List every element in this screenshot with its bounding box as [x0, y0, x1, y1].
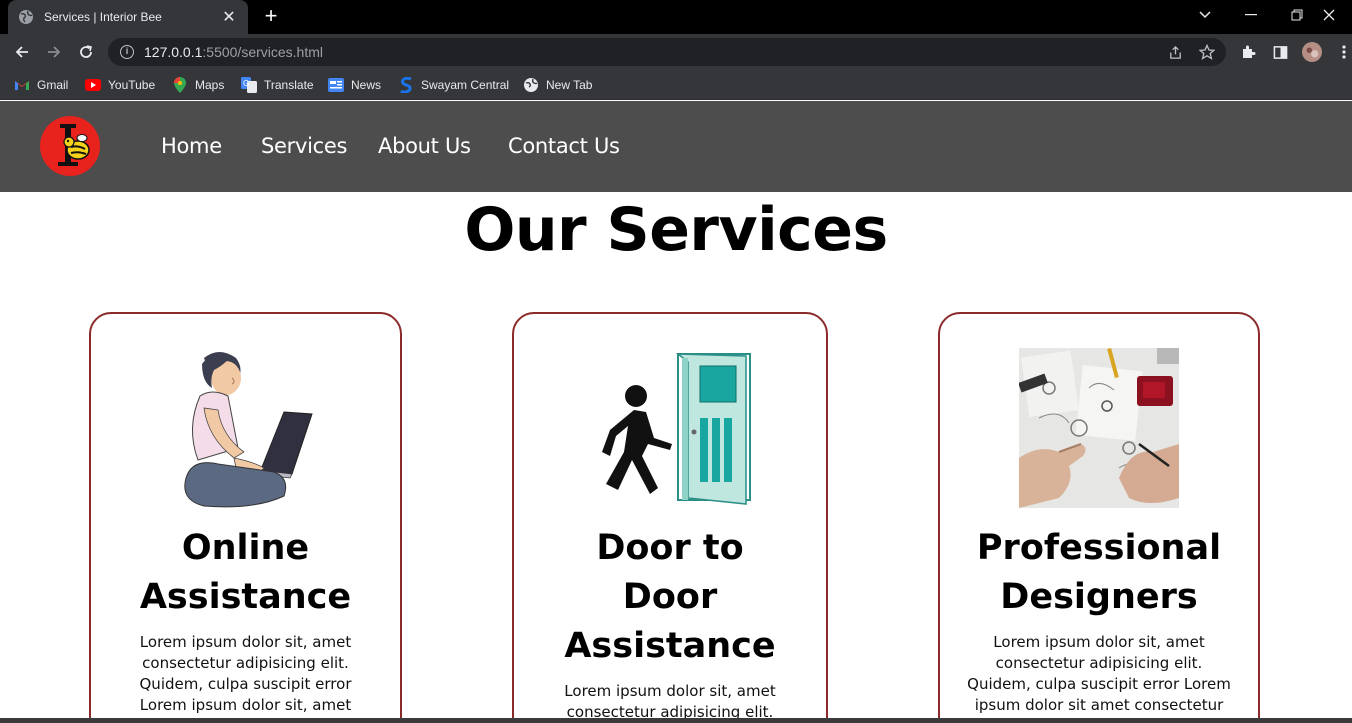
tab-search-icon[interactable]	[1182, 0, 1228, 30]
person-with-laptop-illustration	[184, 352, 313, 508]
service-card-door-to-door: Door to Door Assistance Lorem ipsum dolo…	[512, 312, 828, 723]
bookmark-new-tab[interactable]: New Tab	[523, 76, 592, 94]
site-info-icon[interactable]: i	[120, 45, 134, 59]
card-description: Lorem ipsum dolor sit, amet consectetur …	[139, 633, 352, 714]
card-title: Online Assistance	[139, 528, 352, 617]
bookmark-translate[interactable]: G Translate	[241, 76, 314, 94]
bookmark-star-icon[interactable]	[1194, 38, 1220, 66]
bookmark-swayam[interactable]: Swayam Central	[398, 76, 509, 94]
card-description: Lorem ipsum dolor sit, amet consectetur …	[967, 633, 1231, 714]
gmail-icon	[14, 77, 30, 93]
share-icon[interactable]	[1162, 38, 1188, 66]
globe-icon	[19, 10, 33, 24]
nav-services[interactable]: Services	[261, 134, 347, 158]
address-bar[interactable]: i 127.0.0.1:5500/services.html	[108, 38, 1226, 66]
nav-about-us[interactable]: About Us	[378, 134, 471, 158]
nav-contact-us[interactable]: Contact Us	[508, 134, 620, 158]
browser-tab-strip: Services | Interior Bee ✕ +	[0, 0, 1352, 34]
person-walking-through-door-illustration	[602, 353, 751, 505]
bookmarks-bar: Gmail YouTube Maps G Translate News Sway…	[0, 70, 1352, 100]
minimize-icon[interactable]	[1228, 0, 1274, 30]
service-card-online-assistance: Online Assistance Lorem ipsum dolor sit,…	[89, 312, 402, 723]
nav-home[interactable]: Home	[161, 134, 222, 158]
interior-bee-logo[interactable]	[40, 116, 100, 176]
tab-title: Services | Interior Bee	[44, 10, 162, 24]
maps-icon	[172, 77, 188, 93]
close-window-icon[interactable]	[1306, 0, 1352, 30]
translate-icon: G	[241, 77, 257, 93]
bookmark-maps[interactable]: Maps	[172, 76, 224, 94]
new-tab-icon	[523, 77, 539, 93]
reload-icon[interactable]	[72, 38, 100, 66]
site-navbar: Home Services About Us Contact Us	[0, 101, 1352, 192]
profile-avatar[interactable]	[1302, 42, 1322, 62]
forward-icon[interactable]	[40, 38, 68, 66]
bottom-edge	[0, 718, 1352, 723]
svg-text:G: G	[243, 79, 249, 88]
designer-sketching-photo	[1019, 348, 1179, 508]
swayam-icon	[398, 77, 414, 93]
menu-icon[interactable]	[1334, 42, 1352, 62]
browser-tab[interactable]: Services | Interior Bee ✕	[8, 0, 248, 34]
bookmark-youtube[interactable]: YouTube	[85, 76, 155, 94]
bookmark-news[interactable]: News	[328, 76, 381, 94]
card-title: Door to Door Assistance	[564, 528, 776, 666]
service-card-professional-designers: Professional Designers Lorem ipsum dolor…	[938, 312, 1260, 723]
browser-toolbar: i 127.0.0.1:5500/services.html	[0, 34, 1352, 70]
page-title: Our Services	[464, 195, 888, 265]
news-icon	[328, 77, 344, 93]
new-tab-button[interactable]: +	[258, 4, 284, 30]
close-tab-icon[interactable]: ✕	[220, 7, 238, 27]
url-text: 127.0.0.1:5500/services.html	[144, 44, 323, 60]
card-description: Lorem ipsum dolor sit, amet consectetur …	[564, 682, 776, 721]
back-icon[interactable]	[8, 38, 36, 66]
card-title: Professional Designers	[976, 528, 1222, 617]
extensions-icon[interactable]	[1238, 42, 1258, 62]
bookmark-gmail[interactable]: Gmail	[14, 76, 68, 94]
youtube-icon	[85, 77, 101, 93]
side-panel-icon[interactable]	[1270, 42, 1290, 62]
